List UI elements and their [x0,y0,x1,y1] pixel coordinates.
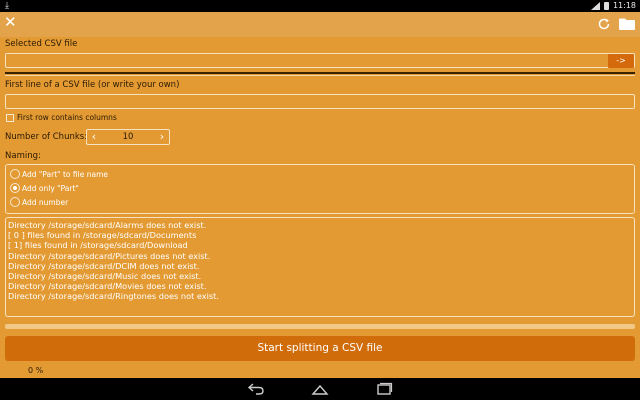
recents-icon[interactable] [375,382,393,395]
status-time: 11:18 [612,1,636,10]
divider [5,72,635,74]
start-splitting-button[interactable]: Start splitting a CSV file [5,336,635,361]
go-button[interactable]: -> [608,54,634,68]
first-line-label: First line of a CSV file (or write your … [5,80,180,90]
chunks-stepper[interactable]: ‹ 10 › [86,129,170,145]
log-output[interactable]: Directory /storage/sdcard/Alarms does no… [5,217,635,317]
log-line: Directory /storage/sdcard/Movies does no… [8,281,207,292]
radio-add-part[interactable] [10,169,20,179]
radio-add-part-label: Add "Part" to file name [22,170,108,179]
action-bar: ✕ [0,12,640,37]
refresh-icon[interactable] [597,17,611,31]
signal-icon [590,1,600,10]
home-icon[interactable] [311,382,329,395]
selected-file-label: Selected CSV file [5,39,78,49]
first-row-checkbox-label: First row contains columns [17,113,117,122]
log-line: Directory /storage/sdcard/Ringtones does… [8,291,219,302]
first-line-input[interactable] [5,94,635,109]
status-bar: ⤓ 11:18 [0,0,640,12]
log-line: Directory /storage/sdcard/Pictures does … [8,250,211,261]
progress-bar [5,324,635,329]
log-line: [ 0 ] files found in /storage/sdcard/Doc… [8,230,197,241]
close-icon[interactable]: ✕ [4,15,17,30]
log-line: Directory /storage/sdcard/Alarms does no… [8,220,207,230]
divider [5,75,635,76]
back-icon[interactable] [247,382,265,395]
chevron-right-icon[interactable]: › [157,131,167,143]
chunks-label: Number of Chunks: [5,132,88,142]
log-line: Directory /storage/sdcard/DCIM does not … [8,260,200,271]
progress-percent: 0 % [28,366,44,375]
battery-icon [603,1,609,10]
chevron-left-icon[interactable]: ‹ [89,131,99,143]
log-line: Directory /storage/sdcard/Music does not… [8,271,202,282]
radio-add-number-label: Add number [22,198,69,207]
naming-label: Naming: [5,151,41,161]
selected-file-input[interactable] [5,53,635,68]
log-line: [ 1] files found in /storage/sdcard/Down… [8,240,188,251]
download-icon: ⤓ [5,1,9,11]
chunks-value: 10 [122,132,134,142]
radio-add-only-part-label: Add only "Part" [22,184,79,193]
navigation-bar [0,378,640,400]
first-row-checkbox[interactable] [6,114,14,122]
radio-add-only-part[interactable] [10,183,20,193]
folder-icon[interactable] [619,18,635,30]
app-screen: ✕ Selected CSV file -> First line of a C… [0,12,640,378]
radio-add-number[interactable] [10,197,20,207]
